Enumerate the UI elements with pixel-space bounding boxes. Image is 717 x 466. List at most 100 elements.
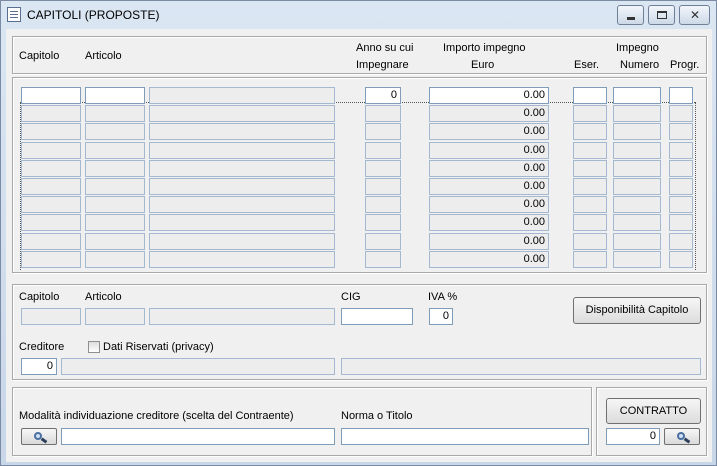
row-numero-cell[interactable] [613,251,661,268]
modalita-lookup-button[interactable] [21,428,57,445]
row-capitolo-cell[interactable] [21,178,81,195]
row-anno-cell[interactable] [365,160,401,177]
row-articolo-cell[interactable] [85,142,145,159]
row-importo-cell[interactable]: 0.00 [429,214,549,231]
row-articolo-cell[interactable] [85,196,145,213]
row-anno-cell[interactable]: 0 [365,87,401,104]
row-importo-cell[interactable]: 0.00 [429,142,549,159]
row-anno-cell[interactable] [365,123,401,140]
row-capitolo-cell[interactable] [21,87,81,104]
detail-articolo-field[interactable] [85,308,145,325]
row-progr-cell[interactable] [669,142,693,159]
row-eser-cell[interactable] [573,196,607,213]
modalita-input[interactable] [61,428,335,445]
row-numero-cell[interactable] [613,87,661,104]
row-anno-cell[interactable] [365,178,401,195]
row-importo-cell[interactable]: 0.00 [429,233,549,250]
row-importo-cell[interactable]: 0.00 [429,178,549,195]
row-capitolo-cell[interactable] [21,160,81,177]
row-descrizione-cell[interactable] [149,251,335,268]
row-capitolo-cell[interactable] [21,214,81,231]
maximize-button[interactable] [648,5,675,25]
row-eser-cell[interactable] [573,233,607,250]
row-numero-cell[interactable] [613,142,661,159]
row-capitolo-cell[interactable] [21,105,81,122]
row-articolo-cell[interactable] [85,214,145,231]
row-eser-cell[interactable] [573,123,607,140]
row-eser-cell[interactable] [573,251,607,268]
title-bar[interactable]: CAPITOLI (PROPOSTE) ✕ [1,1,716,29]
row-descrizione-cell[interactable] [149,233,335,250]
row-anno-cell[interactable] [365,105,401,122]
row-articolo-cell[interactable] [85,123,145,140]
row-progr-cell[interactable] [669,160,693,177]
row-progr-cell[interactable] [669,123,693,140]
row-numero-cell[interactable] [613,105,661,122]
row-numero-cell[interactable] [613,214,661,231]
row-articolo-cell[interactable] [85,178,145,195]
creditore-code-input[interactable]: 0 [21,358,57,375]
row-progr-cell[interactable] [669,196,693,213]
cig-input[interactable] [341,308,413,325]
row-articolo-cell[interactable] [85,251,145,268]
row-descrizione-cell[interactable] [149,123,335,140]
row-numero-cell[interactable] [613,123,661,140]
row-anno-cell[interactable] [365,142,401,159]
row-importo-cell[interactable]: 0.00 [429,196,549,213]
creditore-extra-field[interactable] [341,358,701,375]
row-articolo-cell[interactable] [85,105,145,122]
row-importo-cell[interactable]: 0.00 [429,87,549,104]
row-descrizione-cell[interactable] [149,196,335,213]
row-importo-cell[interactable]: 0.00 [429,160,549,177]
norma-input[interactable] [341,428,589,445]
row-numero-cell[interactable] [613,160,661,177]
row-articolo-cell[interactable] [85,160,145,177]
row-descrizione-cell[interactable] [149,214,335,231]
row-eser-cell[interactable] [573,105,607,122]
contratto-lookup-button[interactable] [664,428,700,445]
row-capitolo-cell[interactable] [21,142,81,159]
contratto-input[interactable]: 0 [606,428,660,445]
row-progr-cell[interactable] [669,87,693,104]
row-anno-cell[interactable] [365,251,401,268]
row-importo-cell[interactable]: 0.00 [429,105,549,122]
row-capitolo-cell[interactable] [21,123,81,140]
disponibilita-capitolo-button[interactable]: Disponibilità Capitolo [573,297,701,324]
detail-capitolo-field[interactable] [21,308,81,325]
row-descrizione-cell[interactable] [149,178,335,195]
row-numero-cell[interactable] [613,196,661,213]
row-articolo-cell[interactable] [85,87,145,104]
row-progr-cell[interactable] [669,214,693,231]
dati-riservati-checkbox[interactable] [88,341,100,353]
iva-input[interactable]: 0 [429,308,453,325]
row-progr-cell[interactable] [669,105,693,122]
row-capitolo-cell[interactable] [21,196,81,213]
detail-descrizione-field[interactable] [149,308,335,325]
row-numero-cell[interactable] [613,178,661,195]
row-eser-cell[interactable] [573,178,607,195]
row-descrizione-cell[interactable] [149,160,335,177]
row-descrizione-cell[interactable] [149,142,335,159]
row-progr-cell[interactable] [669,233,693,250]
contratto-button[interactable]: CONTRATTO [606,398,701,424]
row-eser-cell[interactable] [573,142,607,159]
row-eser-cell[interactable] [573,87,607,104]
row-capitolo-cell[interactable] [21,251,81,268]
close-button[interactable]: ✕ [679,5,710,25]
row-importo-cell[interactable]: 0.00 [429,123,549,140]
row-articolo-cell[interactable] [85,233,145,250]
row-numero-cell[interactable] [613,233,661,250]
creditore-name-field[interactable] [61,358,335,375]
row-capitolo-cell[interactable] [21,233,81,250]
row-descrizione-cell[interactable] [149,87,335,104]
row-anno-cell[interactable] [365,233,401,250]
row-progr-cell[interactable] [669,251,693,268]
minimize-button[interactable] [617,5,644,25]
row-anno-cell[interactable] [365,214,401,231]
row-descrizione-cell[interactable] [149,105,335,122]
row-eser-cell[interactable] [573,160,607,177]
row-anno-cell[interactable] [365,196,401,213]
row-progr-cell[interactable] [669,178,693,195]
row-eser-cell[interactable] [573,214,607,231]
row-importo-cell[interactable]: 0.00 [429,251,549,268]
